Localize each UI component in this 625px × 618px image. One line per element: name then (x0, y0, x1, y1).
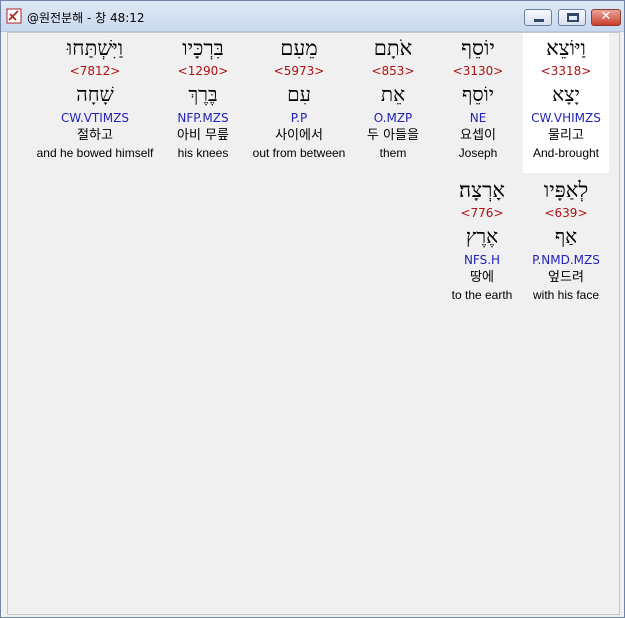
strong-number: <7812> (69, 64, 121, 78)
parse-code: O.MZP (373, 111, 413, 125)
english-gloss: And-brought (532, 146, 600, 160)
korean-gloss: 절하고 (77, 128, 113, 143)
minimize-icon (534, 19, 544, 22)
lemma-word: אֶרֶץ (465, 224, 499, 248)
english-gloss: with his face (532, 288, 600, 302)
strong-number: <3130> (452, 64, 504, 78)
parse-code: P.NMD.MZS (532, 253, 600, 267)
hebrew-word: אֹתָם (373, 36, 413, 60)
word-cell[interactable]: וַיּוֹצֵא <3318> יָצָא CW.VHIMZS 물리고 And… (523, 33, 609, 173)
hebrew-word: בִּרְכָּיו (182, 36, 224, 60)
korean-gloss: 사이에서 (275, 128, 323, 143)
hebrew-word: יוֹסֵף (461, 36, 495, 60)
maximize-icon (567, 13, 579, 22)
korean-gloss: 물리고 (548, 128, 584, 143)
english-gloss: them (379, 146, 407, 160)
window-title: @원전분해 - 창 48:12 (27, 11, 145, 25)
strong-number: <1290> (177, 64, 229, 78)
title-bar[interactable]: @원전분해 - 창 48:12 ✕ (1, 1, 624, 32)
hebrew-word: מֵעִם (280, 36, 318, 60)
word-cell[interactable]: בִּרְכָּיו <1290> בֶּרֶךְ NFP.MZS 아비 무릎 … (160, 33, 246, 173)
parse-code: CW.VHIMZS (531, 111, 601, 125)
maximize-button[interactable] (558, 9, 586, 26)
lemma-word: יָצָא (552, 82, 580, 106)
hebrew-word: וַיִּשְׁתַּחוּ (66, 36, 124, 60)
korean-gloss: 요셉이 (460, 128, 496, 143)
strong-number: <776> (460, 206, 504, 220)
english-gloss: Joseph (458, 146, 498, 160)
korean-gloss: 엎드려 (548, 270, 584, 285)
hebrew-word: וַיּוֹצֵא (546, 36, 586, 60)
hebrew-word: לְאַפָּיו (543, 178, 589, 202)
lemma-word: יוֹסֵף (461, 82, 495, 106)
word-cell[interactable]: מֵעִם <5973> עִם P.P 사이에서 out from betwe… (251, 33, 347, 173)
close-button[interactable]: ✕ (591, 9, 621, 26)
parse-code: P.P (290, 111, 308, 125)
minimize-button[interactable] (524, 9, 552, 26)
lemma-word: בֶּרֶךְ (188, 82, 218, 106)
app-icon[interactable] (6, 8, 22, 24)
strong-number: <3318> (540, 64, 592, 78)
strong-number: <5973> (273, 64, 325, 78)
english-gloss: his knees (177, 146, 229, 160)
parse-code: NE (469, 111, 487, 125)
korean-gloss: 두 아들을 (367, 128, 419, 143)
close-icon: ✕ (600, 9, 612, 24)
korean-gloss: 땅에 (470, 270, 494, 285)
word-cell[interactable]: יוֹסֵף <3130> יוֹסֵף NE 요셉이 Joseph (435, 33, 521, 173)
hebrew-word: אָרְצָה׃ (459, 178, 505, 202)
lemma-word: אַף (554, 224, 578, 248)
parse-code: NFS.H (463, 253, 501, 267)
word-analysis-panel: וַיּוֹצֵא <3318> יָצָא CW.VHIMZS 물리고 And… (7, 32, 620, 615)
word-cell[interactable]: וַיִּשְׁתַּחוּ <7812> שָׁחָה CW.VTIMZS 절… (28, 33, 162, 173)
lemma-word: אֵת (380, 82, 406, 106)
parse-code: NFP.MZS (177, 111, 229, 125)
app-window: @원전분해 - 창 48:12 ✕ וַיּוֹצֵא <3318> יָצָא… (0, 0, 625, 618)
strong-number: <853> (371, 64, 415, 78)
parse-code: CW.VTIMZS (61, 111, 129, 125)
english-gloss: to the earth (451, 288, 513, 302)
word-cell[interactable]: לְאַפָּיו <639> אַף P.NMD.MZS 엎드려 with h… (523, 175, 609, 315)
lemma-word: שָׁחָה (76, 82, 114, 106)
korean-gloss: 아비 무릎 (177, 128, 229, 143)
word-cell[interactable]: אָרְצָה׃ <776> אֶרֶץ NFS.H 땅에 to the ear… (439, 175, 525, 315)
english-gloss: and he bowed himself (36, 146, 154, 160)
english-gloss: out from between (252, 146, 346, 160)
strong-number: <639> (544, 206, 588, 220)
word-cell[interactable]: אֹתָם <853> אֵת O.MZP 두 아들을 them (350, 33, 436, 173)
lemma-word: עִם (287, 82, 311, 106)
